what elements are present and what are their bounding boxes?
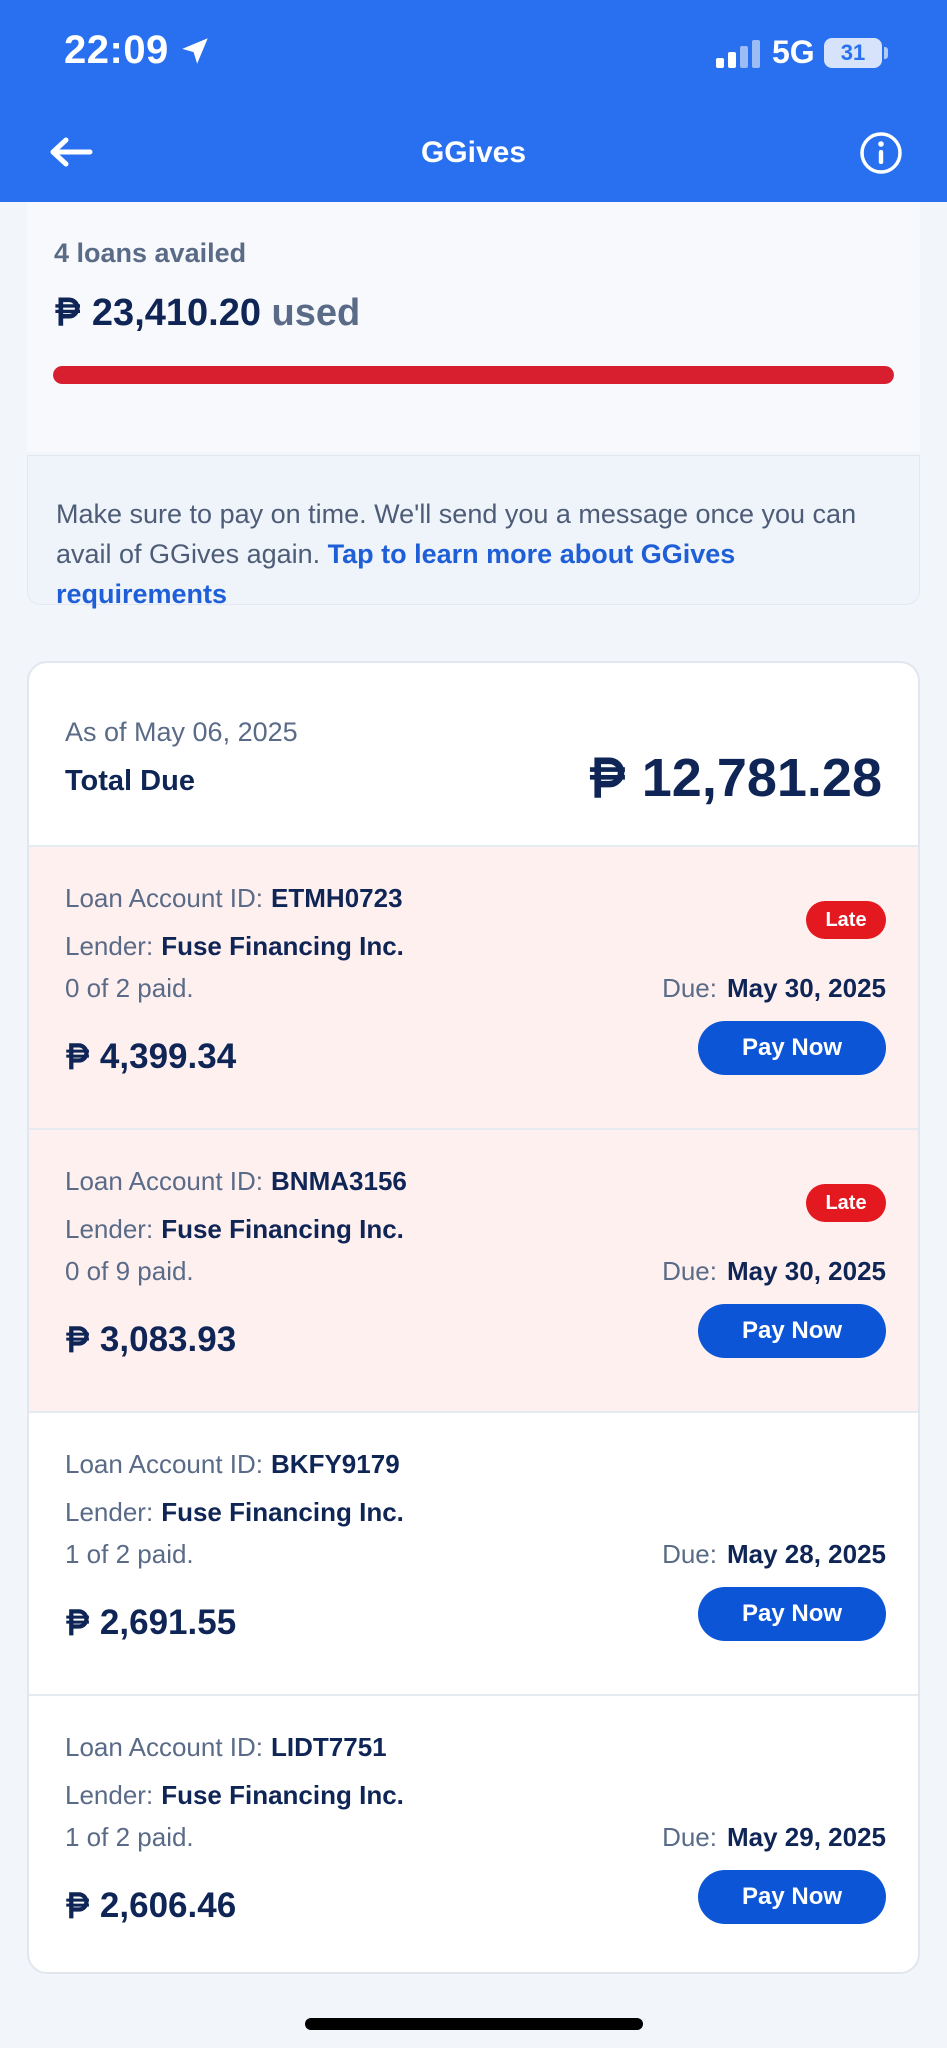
- loan-amount-value: 4,399.34: [99, 1037, 237, 1076]
- installments-paid: 1 of 2 paid.: [65, 1539, 194, 1569]
- installments-paid: 0 of 2 paid.: [65, 973, 194, 1003]
- used-amount: 23,410.20 used: [54, 292, 360, 335]
- pay-now-button[interactable]: Pay Now: [698, 1021, 886, 1075]
- home-indicator[interactable]: [305, 2018, 643, 2030]
- loan-account-id: Loan Account ID: BNMA3156: [65, 1166, 407, 1197]
- pay-now-button[interactable]: Pay Now: [698, 1587, 886, 1641]
- loan-amount: 4,399.34: [65, 1037, 236, 1077]
- page-title: GGives: [420, 136, 527, 169]
- peso-sign-icon: [589, 757, 625, 798]
- loan-account-id: Loan Account ID: ETMH0723: [65, 883, 403, 914]
- total-due-value: 12,781.28: [641, 748, 882, 808]
- loan-lender: Lender: Fuse Financing Inc.: [65, 1497, 404, 1528]
- due-date-value: May 30, 2025: [726, 1256, 886, 1286]
- loan-amount: 3,083.93: [65, 1320, 236, 1360]
- loan-account-id-label: Loan Account ID:: [65, 883, 264, 913]
- lender-value: Fuse Financing Inc.: [161, 1497, 404, 1527]
- lender-label: Lender:: [65, 1497, 154, 1527]
- signal-icon: [716, 40, 760, 68]
- loan-account-id-value: ETMH0723: [271, 883, 403, 913]
- loan-amount: 2,691.55: [65, 1603, 236, 1643]
- loan-amount-value: 2,691.55: [99, 1603, 237, 1642]
- loan-lender: Lender: Fuse Financing Inc.: [65, 1214, 404, 1245]
- loans-card: As of May 06, 2025 Total Due 12,781.28 L…: [27, 661, 920, 1974]
- due-label: Due:: [662, 973, 717, 1003]
- app-header: 22:09 5G 31 GGives: [0, 0, 947, 202]
- ggives-screen: 22:09 5G 31 GGives 4 loans availed 23,41…: [0, 0, 947, 2048]
- as-of-date: As of May 06, 2025: [65, 717, 298, 747]
- loan-account-id-label: Loan Account ID:: [65, 1449, 264, 1479]
- total-due-amount: 12,781.28: [588, 747, 882, 809]
- due-label: Due:: [662, 1256, 717, 1286]
- pay-now-button[interactable]: Pay Now: [698, 1870, 886, 1924]
- due-date: Due: May 29, 2025: [662, 1822, 886, 1853]
- loans-availed-count: 4 loans availed: [54, 238, 247, 268]
- loan-account-id-value: BNMA3156: [271, 1166, 407, 1196]
- lender-value: Fuse Financing Inc.: [161, 1214, 404, 1244]
- due-date-value: May 28, 2025: [726, 1539, 886, 1569]
- late-badge: Late: [806, 901, 886, 939]
- loan-item: Loan Account ID: ETMH0723 Lender: Fuse Fin…: [29, 845, 918, 1128]
- loan-account-id-label: Loan Account ID:: [65, 1732, 264, 1762]
- loan-lender: Lender: Fuse Financing Inc.: [65, 1780, 404, 1811]
- used-suffix: used: [271, 292, 361, 334]
- usage-progress-bar: [53, 366, 894, 384]
- due-date: Due: May 30, 2025: [662, 973, 886, 1004]
- total-due-label: Total Due: [65, 765, 195, 797]
- loan-lender: Lender: Fuse Financing Inc.: [65, 931, 404, 962]
- battery-icon: 31: [824, 38, 882, 68]
- loan-account-id-value: BKFY9179: [271, 1449, 400, 1479]
- lender-label: Lender:: [65, 931, 154, 961]
- loan-item: Loan Account ID: LIDT7751 Lender: Fuse Fin…: [29, 1694, 918, 1972]
- info-circle-icon: [860, 132, 902, 174]
- pay-now-button[interactable]: Pay Now: [698, 1304, 886, 1358]
- loan-account-id-value: LIDT7751: [271, 1732, 387, 1762]
- peso-sign-icon: [66, 1042, 89, 1070]
- peso-sign-icon: [66, 1325, 89, 1353]
- loan-account-id: Loan Account ID: BKFY9179: [65, 1449, 400, 1480]
- peso-sign-icon: [66, 1891, 89, 1919]
- peso-sign-icon: [66, 1608, 89, 1636]
- late-badge: Late: [806, 1184, 886, 1222]
- status-time: 22:09: [64, 28, 169, 72]
- location-arrow-icon: [182, 38, 208, 64]
- used-amount-value: 23,410.20: [91, 292, 261, 334]
- due-date: Due: May 30, 2025: [662, 1256, 886, 1287]
- payment-notice: Make sure to pay on time. We'll send you…: [27, 455, 920, 609]
- loan-account-id: Loan Account ID: LIDT7751: [65, 1732, 387, 1763]
- lender-value: Fuse Financing Inc.: [161, 1780, 404, 1810]
- due-date-value: May 30, 2025: [726, 973, 886, 1003]
- due-date-value: May 29, 2025: [726, 1822, 886, 1852]
- loan-item: Loan Account ID: BKFY9179 Lender: Fuse Fin…: [29, 1411, 918, 1694]
- lender-label: Lender:: [65, 1214, 154, 1244]
- info-button[interactable]: [858, 130, 904, 176]
- loan-account-id-label: Loan Account ID:: [65, 1166, 264, 1196]
- loan-item: Loan Account ID: BNMA3156 Lender: Fuse Fin…: [29, 1128, 918, 1411]
- loan-amount: 2,606.46: [65, 1886, 236, 1926]
- usage-progress-fill: [53, 366, 894, 384]
- peso-sign-icon: [55, 297, 80, 327]
- credit-usage-card: 4 loans availed 23,410.20 used: [27, 202, 920, 452]
- due-label: Due:: [662, 1539, 717, 1569]
- installments-paid: 0 of 9 paid.: [65, 1256, 194, 1286]
- due-date: Due: May 28, 2025: [662, 1539, 886, 1570]
- lender-value: Fuse Financing Inc.: [161, 931, 404, 961]
- due-label: Due:: [662, 1822, 717, 1852]
- loan-amount-value: 3,083.93: [99, 1320, 237, 1359]
- lender-label: Lender:: [65, 1780, 154, 1810]
- battery-tip: [884, 47, 888, 59]
- loan-amount-value: 2,606.46: [99, 1886, 237, 1925]
- network-type: 5G: [772, 34, 815, 70]
- installments-paid: 1 of 2 paid.: [65, 1822, 194, 1852]
